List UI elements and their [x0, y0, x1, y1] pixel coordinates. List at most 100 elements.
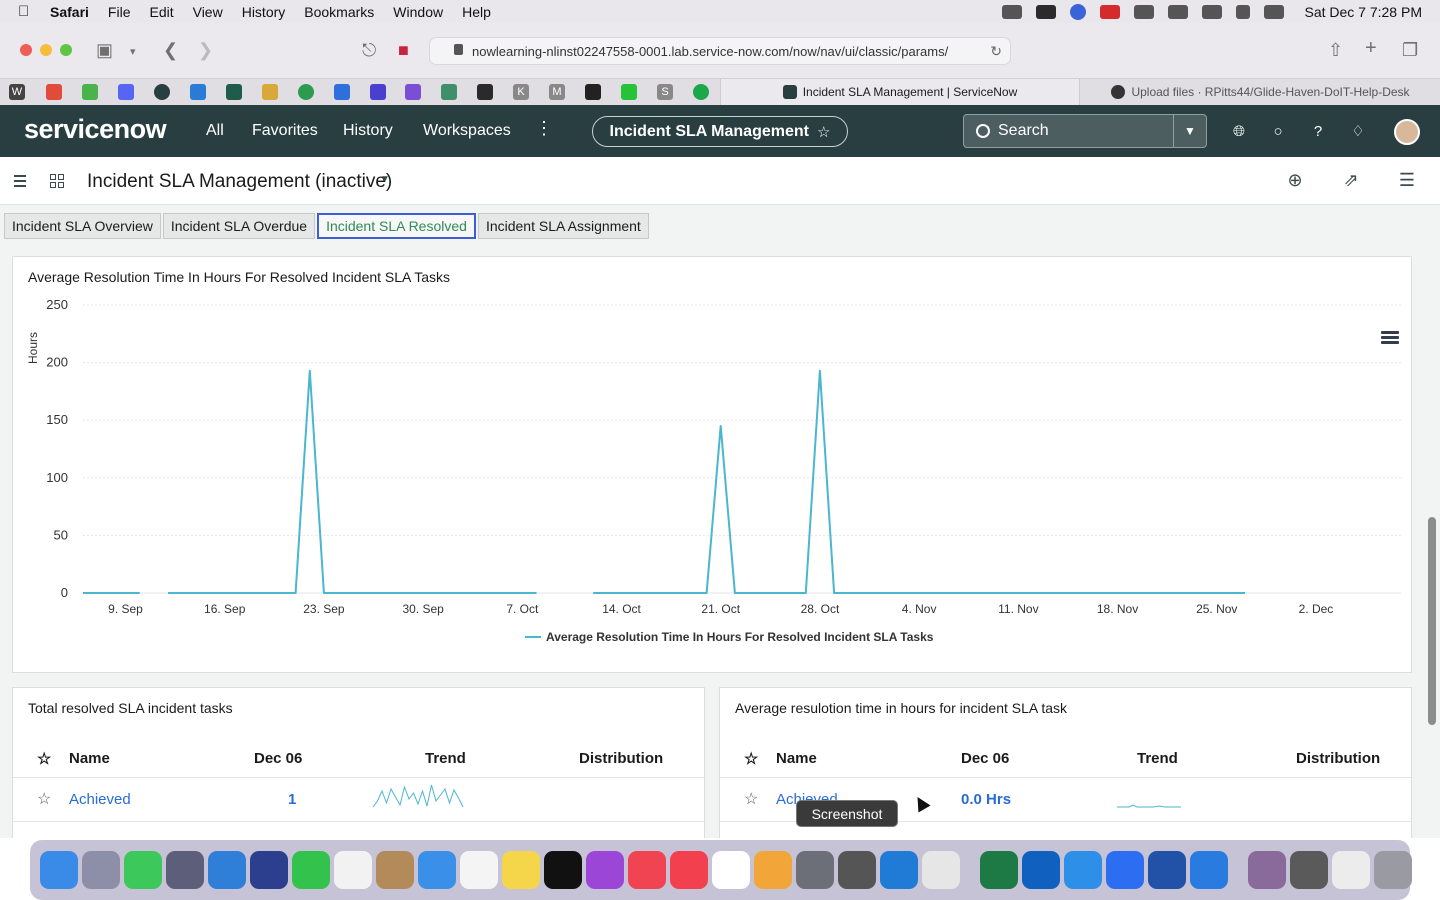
tab-overview-icon[interactable]: ❐ — [1402, 40, 1418, 61]
nav-workspaces[interactable]: Workspaces — [423, 122, 511, 140]
menu-app-name[interactable]: Safari — [50, 4, 89, 20]
dock-excel-icon[interactable] — [980, 851, 1018, 889]
grid-status-icon[interactable] — [1036, 4, 1057, 19]
tab-sla-overview[interactable]: Incident SLA Overview — [4, 213, 161, 239]
favorite-feed-icon[interactable] — [298, 84, 314, 100]
search-scope-dropdown-icon[interactable]: ▼ — [1173, 115, 1206, 147]
dock-zoom-icon[interactable] — [1106, 851, 1144, 889]
favorite-servicenow-icon[interactable] — [154, 84, 170, 100]
sidebar-toggle-icon[interactable]: ▣ — [96, 40, 113, 61]
dock-photos-icon[interactable] — [754, 851, 792, 889]
col-trend[interactable]: Trend — [369, 741, 579, 778]
dock-appstore-icon[interactable] — [208, 851, 246, 889]
row-star-icon[interactable]: ☆ — [720, 777, 776, 822]
menu-window[interactable]: Window — [393, 4, 443, 20]
favorite-shield-icon[interactable] — [405, 84, 421, 100]
col-name[interactable]: Name — [776, 741, 961, 778]
dock-document-icon[interactable] — [1332, 851, 1370, 889]
mcafee-status-icon[interactable] — [1100, 4, 1121, 19]
col-name[interactable]: Name — [69, 741, 254, 778]
favorite-now-icon[interactable] — [226, 84, 242, 100]
tab-sla-assignment[interactable]: Incident SLA Assignment — [477, 213, 649, 239]
tab-sla-resolved[interactable]: Incident SLA Resolved — [317, 213, 476, 239]
favorite-sheets-icon[interactable] — [82, 84, 98, 100]
chat-icon[interactable]: ○ — [1268, 121, 1288, 141]
dock-news-icon[interactable] — [628, 851, 666, 889]
servicenow-logo[interactable]: servicenow — [24, 114, 167, 145]
col-trend[interactable]: Trend — [1081, 741, 1296, 778]
favorite-m[interactable]: M — [549, 84, 565, 100]
control-center-icon[interactable] — [1264, 4, 1285, 19]
dock-tv-icon[interactable] — [544, 851, 582, 889]
nav-favorites[interactable]: Favorites — [252, 122, 318, 140]
dock-calendar-icon[interactable] — [334, 851, 372, 889]
table-row[interactable]: ☆ Achieved 1 — [13, 777, 704, 822]
page-scrollbar[interactable] — [1428, 517, 1436, 725]
favorite-dark-icon[interactable] — [477, 84, 493, 100]
favorite-k[interactable]: K — [513, 84, 529, 100]
dock-mail-icon[interactable] — [418, 851, 456, 889]
dock-reminders-icon[interactable] — [460, 851, 498, 889]
menu-history[interactable]: History — [242, 4, 286, 20]
dock-windows-icon[interactable] — [1190, 851, 1228, 889]
close-window-button[interactable] — [20, 44, 32, 56]
dock-safari-icon[interactable] — [1064, 851, 1102, 889]
menu-help[interactable]: Help — [462, 4, 491, 20]
context-pill[interactable]: Incident SLA Management ☆ — [592, 116, 848, 147]
favorite-flag-icon[interactable] — [621, 84, 637, 100]
favorite-forms-icon[interactable] — [370, 84, 386, 100]
favorite-aws-icon[interactable] — [585, 84, 601, 100]
dock-outlook-icon[interactable] — [1022, 851, 1060, 889]
forward-button-icon[interactable]: ❯ — [198, 40, 213, 61]
dock-window-icon[interactable] — [1290, 851, 1328, 889]
dock-launchpad-icon[interactable] — [82, 851, 120, 889]
wifi-icon[interactable] — [1202, 4, 1223, 19]
share-dashboard-icon[interactable]: ⇗ — [1341, 170, 1361, 190]
notifications-icon[interactable]: ♢ — [1348, 121, 1368, 141]
col-date[interactable]: Dec 06 — [254, 741, 369, 778]
zoom-status-icon[interactable] — [1070, 3, 1087, 20]
dock-notes-icon[interactable] — [502, 851, 540, 889]
favorite-discord-icon[interactable] — [118, 84, 134, 100]
nav-all[interactable]: All — [206, 122, 224, 140]
row-star-icon[interactable]: ☆ — [13, 777, 69, 822]
global-search[interactable]: Search ▼ — [963, 114, 1207, 148]
col-distribution[interactable]: Distribution — [1296, 741, 1411, 778]
spotlight-icon[interactable] — [1236, 4, 1251, 19]
dashboard-settings-icon[interactable]: ☰ — [1397, 170, 1417, 190]
row-name-link[interactable]: Achieved — [69, 777, 254, 822]
row-value[interactable]: 0.0 Hrs — [961, 777, 1081, 822]
sidebar-menu-chevron-icon[interactable]: ▾ — [130, 45, 136, 58]
dock-settings-icon[interactable] — [796, 851, 834, 889]
dock-music-icon[interactable] — [670, 851, 708, 889]
address-bar[interactable]: nowlearning-nlinst02247558-0001.lab.serv… — [429, 37, 1011, 65]
add-widget-icon[interactable]: ⊕ — [1285, 170, 1305, 190]
dock-podcasts-icon[interactable] — [586, 851, 624, 889]
favorite-star-icon[interactable]: ☆ — [817, 123, 830, 141]
globe-icon[interactable]: 🌐︎ — [1229, 121, 1249, 141]
more-menu-icon[interactable]: ⋮ — [535, 118, 553, 139]
dock-finder-icon[interactable] — [40, 851, 78, 889]
tab-sla-overdue[interactable]: Incident SLA Overdue — [162, 213, 316, 239]
dashboard-grid-icon[interactable] — [50, 174, 64, 188]
dock-vscode-icon[interactable] — [880, 851, 918, 889]
share-icon[interactable]: ⇧ — [1328, 40, 1343, 61]
reload-icon[interactable]: ↻ — [990, 43, 1002, 60]
menu-file[interactable]: File — [108, 4, 131, 20]
favorite-jira-icon[interactable] — [190, 84, 206, 100]
menu-view[interactable]: View — [193, 4, 223, 20]
favorite-arc-icon[interactable] — [262, 84, 278, 100]
back-button-icon[interactable]: ❮ — [163, 40, 178, 61]
dock-notion-icon[interactable] — [712, 851, 750, 889]
menubar-clock[interactable]: Sat Dec 7 7:28 PM — [1304, 4, 1422, 20]
battery-icon[interactable] — [1168, 4, 1189, 19]
dock-folder-icon[interactable] — [1248, 851, 1286, 889]
tab-github[interactable]: Upload files · RPitts44/Glide-Haven-DoIT… — [1081, 79, 1440, 105]
menu-icon[interactable] — [14, 175, 26, 190]
apple-menu-icon[interactable]:  — [18, 3, 38, 20]
favorite-docs-icon[interactable] — [334, 84, 350, 100]
dock-chrome-icon[interactable] — [922, 851, 960, 889]
favorite-gmail-icon[interactable] — [46, 84, 62, 100]
new-tab-icon[interactable]: + — [1365, 37, 1377, 60]
minimize-window-button[interactable] — [40, 44, 52, 56]
